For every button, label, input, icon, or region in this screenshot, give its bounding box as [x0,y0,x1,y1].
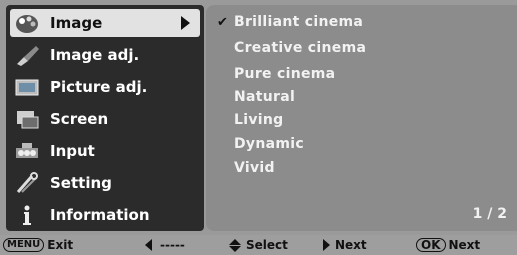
option-dynamic[interactable]: Dynamic [234,136,304,152]
image-mode-submenu: ✔ Brilliant cinema Creative cinema Pure … [206,5,517,231]
menu-item-setting[interactable]: Setting [10,169,200,197]
menu-key-icon: MENU [3,238,45,252]
chevron-right-icon [181,16,190,30]
up-down-icon [229,238,241,252]
menu-item-label: Image [50,14,103,32]
checkmark-icon: ✔ [217,15,228,30]
ok-next-label: Next [448,238,481,252]
ok-key-icon: OK [416,238,446,252]
next-hint: Next [323,238,367,252]
option-pure-cinema[interactable]: Pure cinema [234,66,335,82]
ok-hint: OK Next [416,238,480,252]
menu-item-information[interactable]: Information [10,201,200,229]
menu-item-label: Picture adj. [50,78,148,96]
next-label: Next [335,238,367,252]
menu-item-picture-adj[interactable]: Picture adj. [10,73,200,101]
back-value: ----- [160,238,185,252]
menu-item-input[interactable]: Input [10,137,200,165]
brush-icon [12,42,42,68]
screen-icon [12,106,42,132]
arrow-right-icon [323,239,330,251]
option-brilliant-cinema[interactable]: Brilliant cinema [234,14,363,30]
option-natural[interactable]: Natural [234,89,295,105]
exit-label: Exit [47,238,74,252]
back-hint: ----- [145,238,185,252]
projector-menu-screen: Image Image adj. Picture adj. Screen Inp… [0,0,517,255]
menu-item-label: Setting [50,174,112,192]
menu-item-image-adj[interactable]: Image adj. [10,41,200,69]
option-vivid[interactable]: Vivid [234,160,275,176]
arrow-left-icon [145,239,152,251]
picture-icon [12,74,42,100]
menu-item-label: Image adj. [50,46,140,64]
palette-icon [12,10,42,36]
menu-item-screen[interactable]: Screen [10,105,200,133]
bottom-help-bar: MENU Exit ----- Select Next OK Next [0,235,517,255]
menu-item-image[interactable]: Image [10,9,200,37]
tools-icon [12,170,42,196]
option-living[interactable]: Living [234,112,283,128]
page-indicator: 1 / 2 [472,206,507,222]
option-creative-cinema[interactable]: Creative cinema [234,40,366,56]
main-menu: Image Image adj. Picture adj. Screen Inp… [6,5,204,231]
input-icon [12,138,42,164]
select-hint: Select [229,238,288,252]
info-icon [12,202,42,228]
select-label: Select [246,238,288,252]
exit-hint: MENU Exit [3,238,73,252]
menu-item-label: Information [50,206,150,224]
menu-item-label: Input [50,142,95,160]
menu-item-label: Screen [50,110,109,128]
